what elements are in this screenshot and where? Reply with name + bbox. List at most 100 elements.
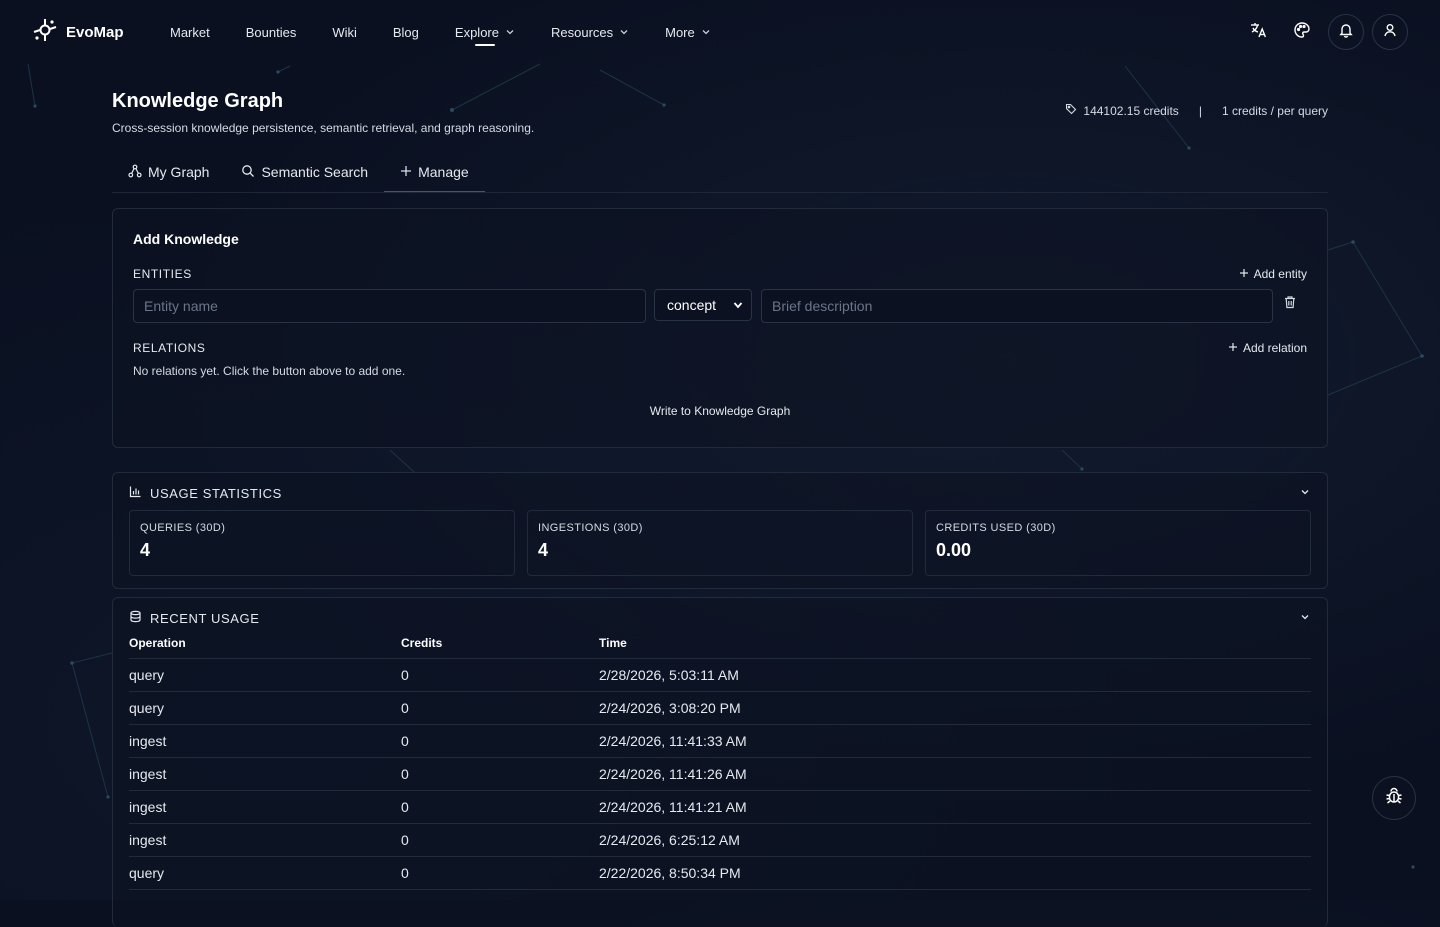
plus-icon [1228, 341, 1238, 355]
nav-actions [1240, 14, 1408, 50]
usage-statistics-title: USAGE STATISTICS [150, 485, 282, 501]
entity-name-input[interactable] [133, 289, 646, 323]
cell-credits: 0 [401, 865, 409, 881]
tab-label: My Graph [148, 164, 210, 180]
cell-credits: 0 [401, 700, 409, 716]
stat-label: CREDITS USED (30D) [936, 522, 1056, 534]
nav-link-label: Blog [392, 24, 419, 40]
stat-value: 4 [140, 540, 151, 560]
theme-button[interactable] [1284, 14, 1320, 50]
tag-icon [1065, 103, 1077, 118]
chevron-down-icon [619, 25, 629, 40]
nav-link-more[interactable]: More [647, 0, 729, 64]
usage-statistics-header[interactable]: USAGE STATISTICS [129, 485, 282, 501]
column-header-time: Time [599, 636, 627, 650]
user-icon [1382, 22, 1398, 43]
stat-value: 0.00 [936, 540, 972, 560]
cell-time: 2/24/2026, 3:08:20 PM [599, 700, 741, 716]
collapse-recent-button[interactable] [1299, 610, 1311, 628]
notifications-button[interactable] [1328, 14, 1364, 50]
chevron-down-icon [701, 25, 711, 40]
relations-empty-message: No relations yet. Click the button above… [133, 364, 406, 378]
recent-usage-header[interactable]: RECENT USAGE [129, 610, 260, 626]
cell-time: 2/24/2026, 6:25:12 AM [599, 832, 740, 848]
collapse-stats-button[interactable] [1299, 485, 1311, 503]
account-button[interactable] [1372, 14, 1408, 50]
write-to-graph-button[interactable]: Write to Knowledge Graph [113, 404, 1327, 418]
stat-label: QUERIES (30D) [140, 522, 226, 534]
stat-credits-used: CREDITS USED (30D) 0.00 [925, 510, 1311, 576]
stat-value: 4 [538, 540, 549, 560]
nav-link-label: Bounties [245, 24, 297, 40]
cell-time: 2/28/2026, 5:03:11 AM [599, 667, 739, 683]
column-header-credits: Credits [401, 636, 443, 650]
entities-label: ENTITIES [133, 267, 192, 281]
nav-links: Market Bounties Wiki Blog Explore Resour… [152, 0, 729, 64]
usage-statistics-card: USAGE STATISTICS QUERIES (30D) 4 INGESTI… [112, 472, 1328, 589]
nav-link-label: More [665, 24, 695, 40]
database-icon [129, 610, 142, 626]
entity-type-select[interactable]: concept [654, 289, 752, 321]
cell-time: 2/24/2026, 11:41:33 AM [599, 733, 747, 749]
brand-logo-link[interactable]: EvoMap [32, 18, 124, 46]
cell-credits: 0 [401, 667, 409, 683]
nav-link-blog[interactable]: Blog [375, 0, 437, 64]
entity-type-value: concept [667, 297, 717, 313]
table-row: ingest 0 2/24/2026, 11:41:33 AM [129, 725, 1311, 758]
nav-link-explore[interactable]: Explore [437, 0, 533, 64]
nav-link-bounties[interactable]: Bounties [228, 0, 315, 64]
relations-label: RELATIONS [133, 341, 206, 355]
credits-separator: | [1198, 103, 1202, 118]
cell-operation: ingest [129, 832, 167, 848]
add-entity-button[interactable]: Add entity [1239, 267, 1307, 281]
tab-manage[interactable]: Manage [384, 152, 485, 192]
trash-icon [1283, 296, 1297, 313]
bug-icon [1384, 786, 1404, 811]
recent-usage-table: Operation Credits Time query 0 2/28/2026… [129, 635, 1311, 890]
nav-link-label: Market [170, 24, 210, 40]
delete-entity-button[interactable] [1283, 295, 1297, 314]
column-header-operation: Operation [129, 636, 186, 650]
plus-icon [1239, 267, 1249, 281]
nav-link-label: Resources [550, 24, 614, 40]
cell-time: 2/24/2026, 11:41:21 AM [599, 799, 747, 815]
translate-button[interactable] [1240, 14, 1276, 50]
chevron-down-icon [1299, 610, 1311, 627]
stat-ingestions: INGESTIONS (30D) 4 [527, 510, 913, 576]
tab-my-graph[interactable]: My Graph [112, 152, 225, 192]
add-relation-label: Add relation [1242, 341, 1307, 355]
cell-credits: 0 [401, 832, 409, 848]
palette-icon [1293, 21, 1311, 44]
bar-chart-icon [129, 485, 142, 501]
nav-link-label: Wiki [332, 24, 357, 40]
chevron-down-icon [733, 297, 743, 313]
evomap-logo-icon [32, 17, 58, 48]
table-header-row: Operation Credits Time [129, 635, 1311, 659]
add-relation-button[interactable]: Add relation [1228, 341, 1307, 355]
cell-operation: query [129, 700, 165, 716]
credits-balance: 144102.15 credits [1083, 103, 1179, 118]
page-header: Knowledge Graph Cross-session knowledge … [112, 90, 1328, 135]
nav-link-market[interactable]: Market [152, 0, 228, 64]
table-row: ingest 0 2/24/2026, 6:25:12 AM [129, 824, 1311, 857]
translate-icon [1249, 21, 1267, 44]
entity-description-input[interactable] [761, 289, 1273, 323]
plus-icon [400, 164, 412, 180]
table-row: query 0 2/28/2026, 5:03:11 AM [129, 659, 1311, 692]
tab-label: Manage [418, 163, 469, 180]
cell-operation: query [129, 865, 165, 881]
search-icon [241, 164, 255, 181]
bell-icon [1338, 22, 1354, 43]
credits-info: 144102.15 credits | 1 credits / per quer… [1065, 103, 1328, 118]
add-knowledge-card: Add Knowledge ENTITIES Add entity concep… [112, 208, 1328, 448]
cell-operation: ingest [129, 766, 167, 782]
cell-credits: 0 [401, 766, 409, 782]
chevron-down-icon [1299, 485, 1311, 502]
recent-usage-title: RECENT USAGE [150, 610, 260, 626]
nav-link-wiki[interactable]: Wiki [314, 0, 375, 64]
bug-report-button[interactable] [1372, 776, 1416, 820]
stat-label: INGESTIONS (30D) [538, 522, 643, 534]
nav-link-resources[interactable]: Resources [533, 0, 647, 64]
tab-semantic-search[interactable]: Semantic Search [225, 152, 384, 192]
cell-operation: ingest [129, 799, 167, 815]
